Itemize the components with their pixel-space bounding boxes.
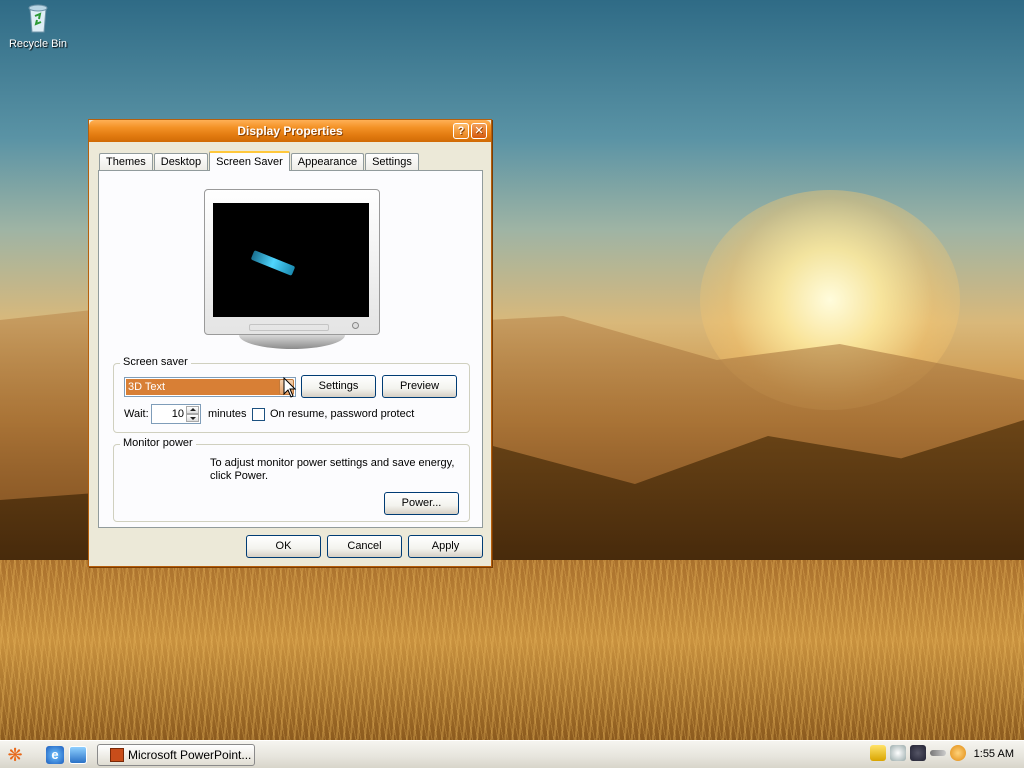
taskbar-item-label: Microsoft PowerPoint...: [128, 748, 252, 762]
search-icon[interactable]: [950, 745, 966, 761]
recycle-bin-icon: [22, 2, 54, 34]
wait-minutes-spinner[interactable]: 10: [151, 404, 201, 424]
dialog-title-bar[interactable]: Display Properties ? ✕: [89, 120, 491, 142]
mouse-cursor-icon: [283, 377, 297, 398]
minutes-label: minutes: [208, 408, 247, 420]
spin-down-icon[interactable]: [186, 414, 199, 422]
3d-text-preview: [250, 250, 296, 276]
monitor-power-group-label: Monitor power: [120, 437, 196, 449]
desktop-icon-recycle-bin[interactable]: Recycle Bin: [6, 2, 70, 50]
network-icon[interactable]: [890, 745, 906, 761]
screen-saver-panel: Screen saver 3D Text Settings Preview Wa…: [98, 170, 483, 528]
taskbar: ❋ e Microsoft PowerPoint... 1:55 AM: [0, 740, 1024, 768]
monitor-preview: [204, 189, 380, 335]
system-tray: [870, 745, 966, 761]
taskbar-item-powerpoint[interactable]: Microsoft PowerPoint...: [97, 744, 255, 766]
tab-desktop[interactable]: Desktop: [153, 153, 209, 171]
preview-button[interactable]: Preview: [382, 375, 457, 398]
screen-saver-group-label: Screen saver: [120, 356, 191, 368]
dialog-title: Display Properties: [237, 124, 343, 138]
wait-label: Wait:: [124, 408, 149, 420]
tab-screen-saver[interactable]: Screen Saver: [209, 151, 290, 171]
close-button[interactable]: ✕: [471, 123, 487, 139]
internet-explorer-icon[interactable]: e: [46, 746, 64, 764]
tab-themes[interactable]: Themes: [99, 153, 153, 171]
volume-icon[interactable]: [910, 745, 926, 761]
power-button[interactable]: Power...: [384, 492, 459, 515]
usb-icon[interactable]: [930, 750, 946, 756]
spin-up-icon[interactable]: [186, 406, 199, 414]
monitor-power-led: [352, 322, 359, 329]
taskbar-clock[interactable]: 1:55 AM: [974, 748, 1014, 760]
preview-screen: [213, 203, 369, 317]
tab-appearance[interactable]: Appearance: [290, 153, 365, 171]
ok-button[interactable]: OK: [246, 535, 321, 558]
wait-minutes-value[interactable]: 10: [154, 407, 184, 421]
screen-saver-settings-button[interactable]: Settings: [301, 375, 376, 398]
tab-settings[interactable]: Settings: [365, 153, 419, 171]
password-protect-label[interactable]: On resume, password protect: [270, 408, 414, 420]
display-properties-dialog: Display Properties ? ✕ Themes Desktop Sc…: [88, 119, 492, 567]
show-desktop-icon[interactable]: [69, 746, 87, 764]
monitor-power-description: To adjust monitor power settings and sav…: [210, 457, 455, 482]
security-shield-icon[interactable]: [870, 745, 886, 761]
monitor-power-group: Monitor power To adjust monitor power se…: [113, 437, 470, 522]
powerpoint-icon: [110, 748, 124, 762]
help-button[interactable]: ?: [453, 123, 469, 139]
screen-saver-selected-value: 3D Text: [126, 379, 280, 395]
tab-strip: Themes Desktop Screen Saver Appearance S…: [99, 151, 420, 171]
screen-saver-select[interactable]: 3D Text: [124, 377, 296, 397]
cancel-button[interactable]: Cancel: [327, 535, 402, 558]
monitor-stand: [239, 335, 345, 349]
start-menu-icon[interactable]: ❋: [4, 744, 26, 766]
wallpaper-grass: [0, 560, 1024, 740]
monitor-bezel-bar: [249, 324, 329, 331]
desktop-icon-label: Recycle Bin: [8, 38, 68, 50]
password-protect-checkbox[interactable]: [252, 408, 265, 421]
apply-button[interactable]: Apply: [408, 535, 483, 558]
